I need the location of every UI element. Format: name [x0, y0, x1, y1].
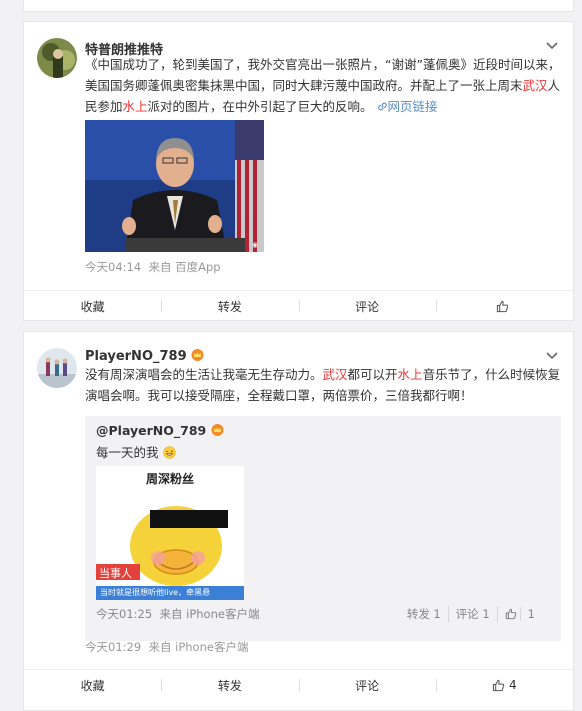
- post-time[interactable]: 今天01:29: [85, 640, 141, 654]
- author-name[interactable]: PlayerNO_789: [85, 349, 204, 364]
- web-link[interactable]: 网页链接: [377, 99, 438, 114]
- quoted-meta: 今天01:25 来自 iPhone客户端: [96, 606, 259, 622]
- previous-post-bottom: [23, 0, 574, 12]
- like-count: 4: [509, 678, 517, 692]
- comment-button[interactable]: 评论: [298, 670, 436, 700]
- feed-post: 特普朗推推特 《中国成功了，轮到美国了，我外交官亮出一张照片，“谢谢”蓬佩奥》近…: [23, 21, 574, 321]
- crown-badge-icon: [211, 424, 224, 436]
- post-time[interactable]: 今天04:14: [85, 260, 141, 274]
- quoted-post[interactable]: @PlayerNO_789 每一天的我 周深粉丝 当事人 当时就是很想听他liv…: [85, 416, 561, 641]
- quoted-text: 每一天的我: [96, 442, 176, 461]
- crown-badge-icon: [191, 349, 204, 361]
- repost-button[interactable]: 转发: [161, 291, 298, 321]
- post-text: 《中国成功了，轮到美国了，我外交官亮出一张照片，“谢谢”蓬佩奥》近段时间以来，美…: [85, 57, 561, 114]
- topic-link[interactable]: 武汉: [323, 367, 348, 382]
- topic-link[interactable]: 水上: [398, 367, 423, 382]
- chevron-down-icon[interactable]: [545, 349, 559, 363]
- topic-link[interactable]: 水上: [123, 99, 148, 114]
- avatar[interactable]: [37, 348, 77, 388]
- quoted-repost-count[interactable]: 转发 1: [400, 606, 448, 622]
- avatar[interactable]: [37, 38, 77, 78]
- weibo-watermark-icon: ◉: [251, 241, 258, 249]
- thumbs-up-icon: [492, 679, 505, 691]
- meme-caption-bottom: 当时就是很想听他live，牵黑悬: [100, 588, 211, 597]
- feed-post: PlayerNO_789 没有周深演唱会的生活让我毫无生存动力。武汉都可以开水上…: [23, 331, 574, 711]
- thumbs-up-icon: [496, 300, 508, 312]
- meme-tag: 当事人: [99, 567, 132, 580]
- like-button[interactable]: [435, 291, 573, 321]
- post-source[interactable]: 来自 百度App: [148, 260, 220, 274]
- quoted-stats: 转发 1 评论 1 1: [400, 606, 549, 622]
- collect-button[interactable]: 收藏: [24, 291, 161, 321]
- quoted-source[interactable]: 来自 iPhone客户端: [159, 607, 259, 621]
- repost-button[interactable]: 转发: [161, 670, 298, 700]
- quoted-like-count[interactable]: 1: [496, 606, 549, 622]
- topic-link[interactable]: 武汉: [523, 78, 548, 93]
- link-icon: [377, 102, 387, 111]
- collect-button[interactable]: 收藏: [24, 670, 161, 700]
- quoted-author[interactable]: @PlayerNO_789: [96, 423, 224, 438]
- action-bar: 收藏 转发 评论: [24, 290, 573, 321]
- post-meta: 今天01:29 来自 iPhone客户端: [85, 639, 248, 655]
- post-source[interactable]: 来自 iPhone客户端: [148, 640, 248, 654]
- quoted-image[interactable]: 周深粉丝 当事人 当时就是很想听他live，牵黑悬: [96, 466, 244, 600]
- post-meta: 今天04:14 来自 百度App: [85, 259, 221, 275]
- quoted-time[interactable]: 今天01:25: [96, 607, 152, 621]
- post-image[interactable]: ◉: [85, 120, 264, 252]
- quoted-comment-count[interactable]: 评论 1: [447, 606, 497, 622]
- like-button[interactable]: 4: [435, 670, 573, 700]
- grin-emoji-icon: [162, 446, 176, 459]
- action-bar: 收藏 转发 评论 4: [24, 669, 573, 700]
- comment-button[interactable]: 评论: [298, 291, 436, 321]
- thumbs-up-icon: [505, 608, 516, 620]
- chevron-down-icon[interactable]: [545, 39, 559, 53]
- post-text: 没有周深演唱会的生活让我毫无生存动力。武汉都可以开水上音乐节了，什么时候恢复演唱…: [85, 367, 561, 403]
